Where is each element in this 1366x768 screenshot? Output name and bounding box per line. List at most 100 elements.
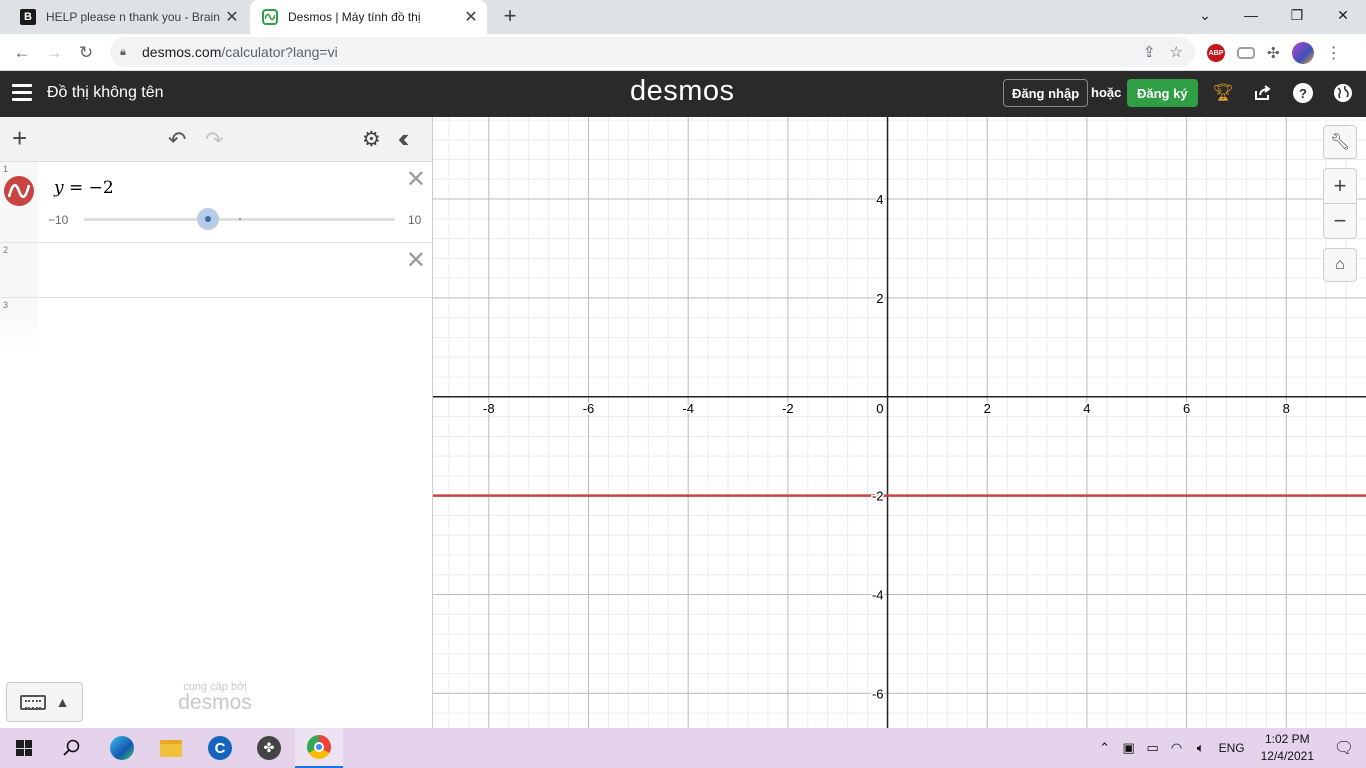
delete-expression-icon[interactable]: ✕ xyxy=(406,249,426,273)
bookmark-star-icon[interactable]: ☆ xyxy=(1170,43,1183,61)
signup-button[interactable]: Đăng ký xyxy=(1127,79,1198,107)
address-bar[interactable]: 🔒︎ desmos.com/calculator?lang=vi ⇪ ☆ xyxy=(110,37,1195,67)
expression-list-panel: + ↶ ↷ ⚙ ‹‹ 1 y = −2 ✕ −10 10 2 ✕ 3 ▲ cun… xyxy=(0,117,433,728)
close-tab-icon[interactable]: ✕ xyxy=(220,7,244,27)
forward-button[interactable]: → xyxy=(41,40,67,66)
input-language[interactable]: ENG xyxy=(1219,741,1245,755)
zoom-controls: + − xyxy=(1323,168,1357,239)
tab-title: Desmos | Máy tính đồ thị xyxy=(288,10,421,24)
show-hidden-icons-icon[interactable]: ⌃ xyxy=(1093,740,1117,756)
puzzle-icon[interactable]: ✣ xyxy=(1267,44,1280,62)
y-tick-label: 4 xyxy=(876,192,883,207)
adblock-plus-icon[interactable]: ABP xyxy=(1207,44,1225,62)
expression-index: 2 xyxy=(3,245,9,255)
redo-icon[interactable]: ↷ xyxy=(205,127,223,153)
lock-icon: 🔒︎ xyxy=(120,45,126,58)
graph-color-icon[interactable] xyxy=(4,176,34,206)
y-tick-label: -2 xyxy=(872,489,884,504)
zoom-out-button[interactable]: − xyxy=(1323,204,1357,239)
expression-index: 1 xyxy=(3,164,9,174)
collapse-panel-icon[interactable]: ‹‹ xyxy=(398,123,410,154)
slider-handle[interactable] xyxy=(197,208,220,230)
minimize-window-icon[interactable]: — xyxy=(1228,0,1274,30)
ccleaner-icon[interactable]: C xyxy=(196,728,244,768)
desmos-header: Đồ thị không tên desmos Đăng nhập hoặc Đ… xyxy=(0,71,1366,117)
graph-paper[interactable]: -8 -6 -4 -2 2 4 6 8 4 2 -2 -4 -6 0 🔧︎ + − ⌂ xyxy=(433,117,1366,728)
glasses-icon[interactable] xyxy=(1237,47,1255,59)
expression-index: 3 xyxy=(3,300,9,310)
trophy-icon[interactable]: 🏆︎ xyxy=(1212,82,1234,104)
x-tick-label: 4 xyxy=(1083,401,1090,416)
edge-icon[interactable] xyxy=(98,728,146,768)
search-icon[interactable] xyxy=(48,728,96,768)
x-tick-label: -8 xyxy=(483,401,495,416)
origin-label: 0 xyxy=(876,401,883,416)
new-tab-button[interactable]: + xyxy=(498,5,522,29)
share-icon[interactable] xyxy=(1252,82,1274,104)
settings-gear-icon[interactable]: ⚙ xyxy=(362,127,381,152)
clock-date: 12/4/2021 xyxy=(1260,749,1314,763)
desmos-logo: desmos xyxy=(630,75,735,107)
volume-icon[interactable]: 🔈︎ xyxy=(1189,740,1213,756)
expression-row[interactable]: 2 ✕ xyxy=(0,243,432,298)
expression-row[interactable]: 1 y = −2 ✕ −10 10 xyxy=(0,162,432,243)
browser-toolbar: ← → ↻ 🔒︎ desmos.com/calculator?lang=vi ⇪… xyxy=(0,34,1366,71)
expression-row[interactable]: 3 xyxy=(0,298,432,350)
x-tick-label: -2 xyxy=(782,401,794,416)
default-viewport-home-icon[interactable]: ⌂ xyxy=(1323,248,1357,282)
x-tick-label: 6 xyxy=(1183,401,1190,416)
slider-min-label[interactable]: −10 xyxy=(48,213,68,227)
network-adapter-icon[interactable]: ▣ xyxy=(1117,740,1141,756)
zoom-in-button[interactable]: + xyxy=(1323,169,1357,204)
browser-tab-strip: B HELP please n thank you - Brainly ✕ De… xyxy=(0,0,1366,34)
tab-search-icon[interactable]: ⌄ xyxy=(1182,0,1228,30)
keyboard-icon xyxy=(19,694,46,710)
hamburger-menu-icon[interactable] xyxy=(12,84,32,102)
browser-tab-brainly[interactable]: B HELP please n thank you - Brainly ✕ xyxy=(8,0,248,34)
notifications-icon[interactable]: 🗨︎ xyxy=(1322,728,1366,768)
share-page-icon[interactable]: ⇪ xyxy=(1143,43,1156,61)
dragon-app-icon[interactable]: ✤ xyxy=(245,728,293,768)
powered-by-desmos[interactable]: cung cấp bởi desmos xyxy=(160,681,270,713)
expression-toolbar: + ↶ ↷ ⚙ ‹‹ xyxy=(0,117,432,162)
reload-button[interactable]: ↻ xyxy=(73,40,99,66)
brainly-icon: B xyxy=(20,9,36,25)
menu-icon[interactable]: ⋮ xyxy=(1326,43,1342,63)
back-button[interactable]: ← xyxy=(9,40,35,66)
restore-window-icon[interactable]: ❐ xyxy=(1274,0,1320,30)
expression-input[interactable]: y = −2 xyxy=(54,178,114,198)
wifi-icon[interactable]: ◠ xyxy=(1165,740,1189,756)
file-explorer-icon[interactable] xyxy=(147,728,195,768)
x-tick-label: -6 xyxy=(583,401,595,416)
undo-icon[interactable]: ↶ xyxy=(168,127,186,153)
windows-start-icon[interactable] xyxy=(0,728,48,768)
graph-settings-wrench-icon[interactable]: 🔧︎ xyxy=(1323,125,1357,159)
slider-max-label[interactable]: 10 xyxy=(408,213,421,227)
close-window-icon[interactable]: ✕ xyxy=(1320,0,1366,30)
url-text: desmos.com/calculator?lang=vi xyxy=(142,44,338,60)
browser-tab-desmos[interactable]: Desmos | Máy tính đồ thị ✕ xyxy=(250,0,487,34)
help-icon[interactable]: ? xyxy=(1292,82,1314,104)
battery-icon[interactable]: ▭ xyxy=(1141,740,1165,756)
y-tick-label: -6 xyxy=(872,686,884,701)
login-button[interactable]: Đăng nhập xyxy=(1003,79,1089,107)
desmos-icon xyxy=(262,9,278,25)
clock-time: 1:02 PM xyxy=(1264,732,1310,746)
graph-canvas[interactable]: -8 -6 -4 -2 2 4 6 8 4 2 -2 -4 -6 0 xyxy=(433,117,1366,728)
delete-expression-icon[interactable]: ✕ xyxy=(406,168,426,192)
graph-title[interactable]: Đồ thị không tên xyxy=(47,84,164,102)
globe-icon[interactable] xyxy=(1332,82,1354,104)
close-tab-icon[interactable]: ✕ xyxy=(459,7,483,27)
x-tick-label: 2 xyxy=(984,401,991,416)
x-tick-label: 8 xyxy=(1283,401,1290,416)
profile-avatar[interactable] xyxy=(1291,42,1314,64)
add-item-button[interactable]: + xyxy=(12,125,27,151)
or-text: hoặc xyxy=(1091,85,1122,100)
system-tray: ⌃ ▣ ▭ ◠ 🔈︎ ENG 1:02 PM 12/4/2021 🗨︎ xyxy=(1093,728,1366,768)
system-clock[interactable]: 1:02 PM 12/4/2021 xyxy=(1261,731,1314,765)
y-tick-label: -4 xyxy=(872,588,884,603)
chrome-icon[interactable] xyxy=(295,728,343,768)
x-tick-label: -4 xyxy=(682,401,694,416)
caret-up-icon: ▲ xyxy=(55,694,70,710)
keypad-toggle-button[interactable]: ▲ xyxy=(6,682,83,722)
